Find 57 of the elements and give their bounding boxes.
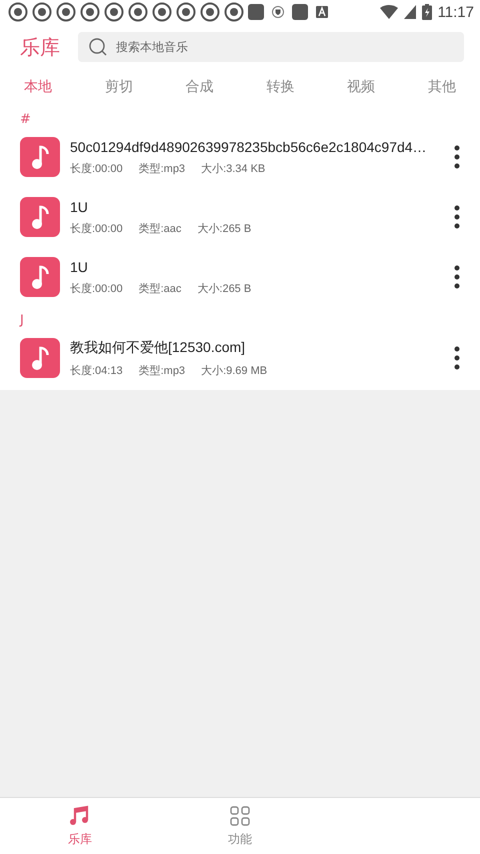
song-type: 类型:aac (138, 222, 182, 236)
shield-icon (272, 6, 284, 18)
music-note-icon (20, 257, 60, 297)
music-notes-icon (69, 804, 91, 826)
song-title[interactable]: 50c01294df9d48902639978235bcb56c6e2c1804c97d4… (70, 138, 436, 154)
app-icon (248, 4, 264, 20)
song-length: 长度:00:00 (70, 162, 123, 176)
music-note-icon (20, 197, 60, 237)
notification-icon (152, 2, 172, 22)
search-field[interactable]: 搜索本地音乐 (78, 32, 464, 62)
song-size: 大小:3.34 KB (201, 162, 266, 176)
music-note-icon (20, 338, 60, 378)
notification-icon (200, 2, 220, 22)
nav-item[interactable]: 功能 (160, 798, 320, 854)
song-type: 类型:mp3 (138, 364, 186, 378)
tab[interactable]: 转换 (254, 74, 306, 100)
keyboard-icon (316, 6, 328, 18)
signal-icon (404, 5, 416, 19)
notification-icon (104, 2, 124, 22)
song-title[interactable]: 教我如何不爱他[12530.com] (70, 338, 436, 356)
song-size: 大小:265 B (197, 282, 252, 296)
page-title: 乐库 (20, 34, 60, 60)
song-title[interactable]: 1U (70, 258, 436, 274)
song-title[interactable]: 1U (70, 198, 436, 214)
app-icon (292, 4, 308, 20)
tab[interactable]: 合成 (174, 74, 226, 100)
battery-icon (422, 4, 432, 20)
song-type: 类型:mp3 (138, 162, 186, 176)
more-icon[interactable] (454, 145, 460, 169)
notification-icon (176, 2, 196, 22)
grid-icon (229, 804, 251, 826)
song-length: 长度:00:00 (70, 282, 123, 296)
search-icon (88, 37, 108, 57)
notification-icon (80, 2, 100, 22)
nav-item[interactable]: 乐库 (0, 798, 160, 854)
section-letter: # (19, 111, 32, 127)
song-length: 长度:04:13 (70, 364, 123, 378)
tab[interactable]: 视频 (335, 74, 388, 100)
more-icon[interactable] (454, 346, 460, 370)
section-letter: J (18, 312, 25, 328)
tab[interactable]: 本地 (12, 74, 64, 100)
wifi-icon (380, 5, 398, 19)
more-icon[interactable] (454, 265, 460, 289)
notification-icon (32, 2, 52, 22)
music-note-icon (20, 137, 60, 177)
notification-icon (56, 2, 76, 22)
tab[interactable]: 其他 (416, 74, 468, 100)
song-size: 大小:265 B (197, 222, 252, 236)
more-icon[interactable] (454, 205, 460, 229)
song-size: 大小:9.69 MB (201, 364, 268, 378)
notification-icon (8, 2, 28, 22)
tab[interactable]: 剪切 (92, 74, 145, 100)
song-length: 长度:00:00 (70, 222, 123, 236)
clock: 11:17 (438, 4, 474, 20)
song-type: 类型:aac (138, 282, 182, 296)
notification-icon (224, 2, 244, 22)
notification-icon (128, 2, 148, 22)
